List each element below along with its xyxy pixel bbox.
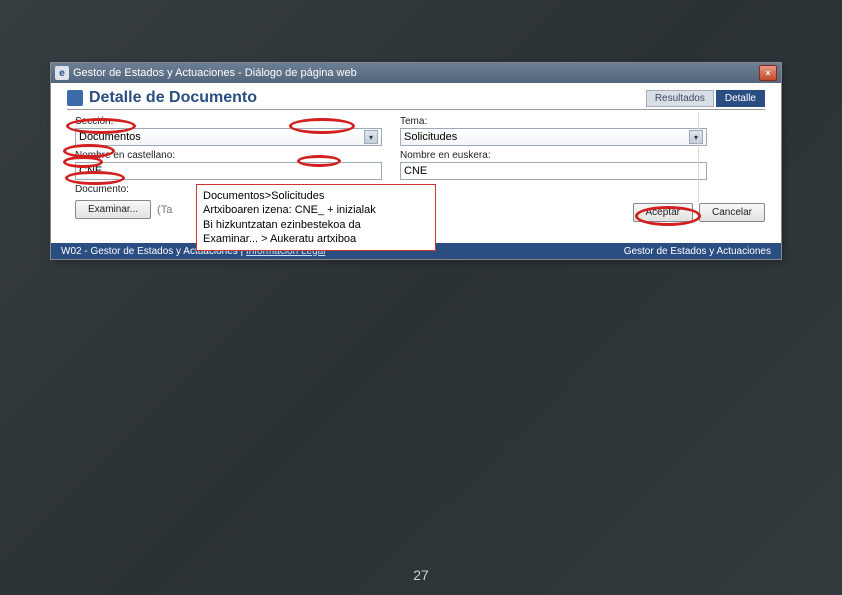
cancelar-button[interactable]: Cancelar [699, 203, 765, 222]
divider [698, 113, 699, 203]
label-tema: Tema: [400, 116, 707, 127]
field-nombre-cast: Nombre en castellano: [75, 150, 382, 180]
tabs: Resultados Detalle [646, 90, 765, 107]
label-nombre-cast: Nombre en castellano: [75, 150, 382, 161]
annotation-line: Examinar... > Aukeratu artxiboa [203, 232, 429, 246]
page-number: 27 [0, 567, 842, 583]
select-seccion[interactable]: Documentos ▾ [75, 128, 382, 146]
annotation-line: Documentos>Solicitudes [203, 189, 429, 203]
annotation-line: Bi hizkuntzatan ezinbestekoa da [203, 218, 429, 232]
input-nombre-cast[interactable] [75, 162, 382, 180]
annotation-box: Documentos>Solicitudes Artxiboaren izena… [196, 184, 436, 251]
header: Detalle de Documento Resultados Detalle [67, 89, 765, 110]
chevron-down-icon: ▾ [689, 130, 703, 144]
dialog-actions: Aceptar Cancelar [633, 203, 766, 222]
field-nombre-eusk: Nombre en euskera: [400, 150, 707, 180]
aceptar-button[interactable]: Aceptar [633, 203, 693, 222]
field-tema: Tema: Solicitudes ▾ [400, 116, 707, 146]
ie-icon: e [55, 66, 69, 80]
select-tema-value: Solicitudes [404, 131, 457, 143]
titlebar-text: Gestor de Estados y Actuaciones - Diálog… [73, 67, 755, 79]
label-nombre-eusk: Nombre en euskera: [400, 150, 707, 161]
examinar-button[interactable]: Examinar... [75, 200, 151, 219]
chevron-down-icon: ▾ [364, 130, 378, 144]
select-tema[interactable]: Solicitudes ▾ [400, 128, 707, 146]
document-icon [67, 90, 83, 106]
select-seccion-value: Documentos [79, 131, 141, 143]
label-seccion: Sección: [75, 116, 382, 127]
examinar-hint: (Ta [157, 204, 172, 216]
field-seccion: Sección: Documentos ▾ [75, 116, 382, 146]
tab-resultados[interactable]: Resultados [646, 90, 714, 107]
titlebar: e Gestor de Estados y Actuaciones - Diál… [51, 63, 781, 83]
close-icon[interactable]: × [759, 65, 777, 81]
page-title: Detalle de Documento [89, 89, 257, 107]
tab-detalle[interactable]: Detalle [716, 90, 765, 107]
input-nombre-eusk[interactable] [400, 162, 707, 180]
footer-right: Gestor de Estados y Actuaciones [624, 246, 771, 257]
annotation-line: Artxiboaren izena: CNE_ + inizialak [203, 203, 429, 217]
